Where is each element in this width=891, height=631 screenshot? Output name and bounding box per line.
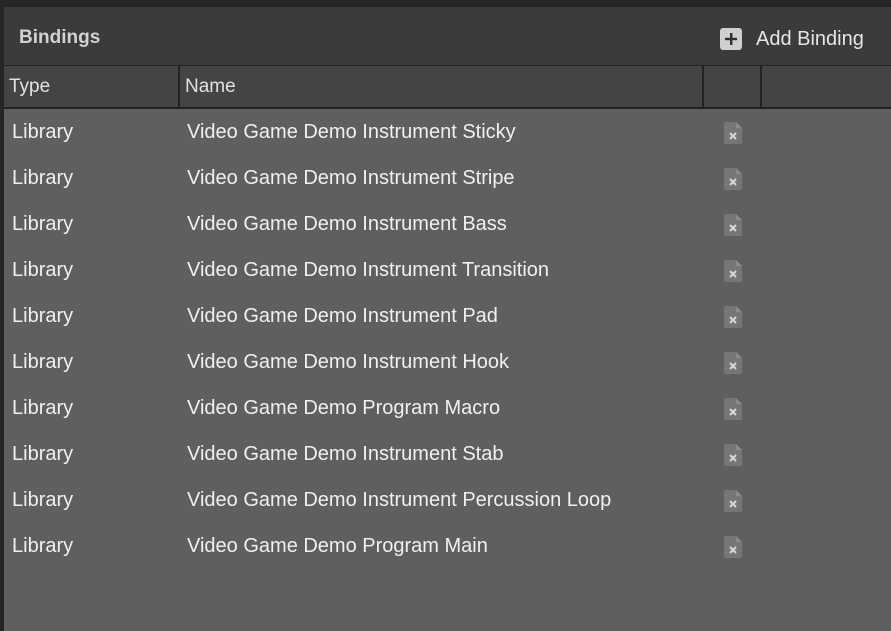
remove-document-icon (724, 398, 742, 420)
row-name: Video Game Demo Instrument Bass (187, 213, 507, 235)
table-header: Type Name (4, 65, 891, 109)
row-name: Video Game Demo Instrument Pad (187, 305, 498, 327)
remove-binding-button[interactable] (723, 489, 743, 513)
top-strip (0, 0, 891, 7)
row-type: Library (12, 259, 74, 281)
add-binding-label: Add Binding (756, 28, 864, 50)
row-name: Video Game Demo Program Macro (187, 397, 501, 419)
panel-header: Bindings Add Binding (4, 7, 891, 65)
column-header-type[interactable]: Type (4, 66, 180, 107)
remove-binding-button[interactable] (723, 213, 743, 237)
remove-document-icon (724, 306, 742, 328)
remove-binding-button[interactable] (723, 443, 743, 467)
remove-document-icon (724, 536, 742, 558)
row-type: Library (12, 167, 74, 189)
row-type: Library (12, 443, 74, 465)
remove-document-icon (724, 490, 742, 512)
remove-binding-button[interactable] (723, 259, 743, 283)
remove-binding-button[interactable] (723, 397, 743, 421)
row-type: Library (12, 305, 74, 327)
row-name: Video Game Demo Instrument Sticky (187, 121, 516, 143)
remove-document-icon (724, 214, 742, 236)
table-row[interactable]: Library Video Game Demo Instrument Pad (4, 293, 891, 339)
bindings-panel: Bindings Add Binding Type Name Library Vi… (4, 7, 891, 631)
remove-binding-button[interactable] (723, 535, 743, 559)
panel-title: Bindings (19, 27, 101, 48)
row-name: Video Game Demo Instrument Percussion Lo… (187, 489, 612, 511)
row-type: Library (12, 489, 74, 511)
table-row[interactable]: Library Video Game Demo Instrument Hook (4, 339, 891, 385)
remove-binding-button[interactable] (723, 121, 743, 145)
row-type: Library (12, 121, 74, 143)
row-name: Video Game Demo Instrument Transition (187, 259, 550, 281)
row-type: Library (12, 213, 74, 235)
row-type: Library (12, 535, 74, 557)
remove-binding-button[interactable] (723, 305, 743, 329)
remove-document-icon (724, 444, 742, 466)
table-row[interactable]: Library Video Game Demo Program Main (4, 523, 891, 569)
remove-document-icon (724, 168, 742, 190)
table-row[interactable]: Library Video Game Demo Instrument Sticky (4, 109, 891, 155)
remove-document-icon (724, 352, 742, 374)
table-row[interactable]: Library Video Game Demo Instrument Transi… (4, 247, 891, 293)
column-header-name[interactable]: Name (180, 66, 704, 107)
row-name: Video Game Demo Instrument Stripe (187, 167, 515, 189)
column-header-action[interactable] (704, 66, 762, 107)
row-name: Video Game Demo Instrument Hook (187, 351, 510, 373)
add-binding-button[interactable]: Add Binding (720, 25, 864, 53)
row-name: Video Game Demo Instrument Stab (187, 443, 504, 465)
remove-document-icon (724, 122, 742, 144)
table-row[interactable]: Library Video Game Demo Instrument Bass (4, 201, 891, 247)
remove-binding-button[interactable] (723, 167, 743, 191)
table-row[interactable]: Library Video Game Demo Instrument Stripe (4, 155, 891, 201)
table-row[interactable]: Library Video Game Demo Program Macro (4, 385, 891, 431)
remove-binding-button[interactable] (723, 351, 743, 375)
table-row[interactable]: Library Video Game Demo Instrument Percus… (4, 477, 891, 523)
row-type: Library (12, 351, 74, 373)
plus-icon (720, 28, 742, 50)
bindings-table: Type Name Library Video Game Demo Instrum… (4, 65, 891, 631)
column-header-extra[interactable] (762, 66, 891, 107)
remove-document-icon (724, 260, 742, 282)
table-body: Library Video Game Demo Instrument Sticky… (4, 109, 891, 569)
table-row[interactable]: Library Video Game Demo Instrument Stab (4, 431, 891, 477)
row-type: Library (12, 397, 74, 419)
row-name: Video Game Demo Program Main (187, 535, 488, 557)
